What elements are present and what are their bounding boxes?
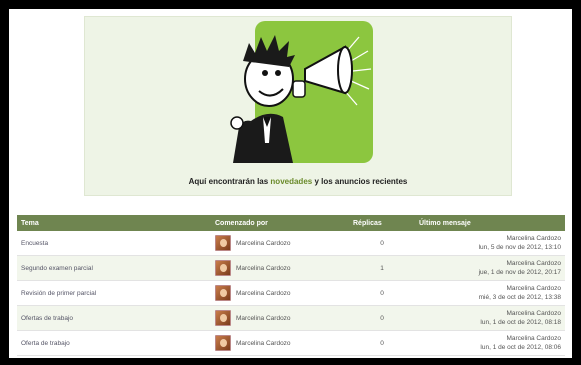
topic-link[interactable]: Oferta de trabajo	[21, 340, 70, 347]
replies-count[interactable]: 1	[380, 265, 384, 272]
replies-count[interactable]: 0	[380, 290, 384, 297]
forum-page: Aquí encontrarán las novedades y los anu…	[9, 9, 572, 358]
banner-caption: Aquí encontrarán las novedades y los anu…	[85, 177, 511, 186]
author-link[interactable]: Marcelina Cardozo	[236, 340, 291, 347]
table-row: Encuesta Marcelina Cardozo 0 Marcelina C…	[17, 231, 565, 256]
last-post-date[interactable]: mié, 3 de oct de 2012, 13:38	[419, 293, 561, 302]
banner-highlight-link[interactable]: novedades	[270, 177, 312, 186]
table-row: Revisión de primer parcial Marcelina Car…	[17, 280, 565, 306]
megaphone-man-illustration	[230, 21, 373, 163]
header-started-by[interactable]: Comenzado por	[211, 215, 349, 231]
last-post-author[interactable]: Marcelina Cardozo	[419, 284, 561, 293]
avatar[interactable]	[215, 310, 231, 326]
header-topic[interactable]: Tema	[17, 215, 211, 231]
banner-text-after: y los anuncios recientes	[312, 177, 408, 186]
avatar[interactable]	[215, 260, 231, 276]
last-post-author[interactable]: Marcelina Cardozo	[419, 259, 561, 268]
last-post-date[interactable]: lun, 1 de oct de 2012, 08:18	[419, 318, 561, 327]
author-link[interactable]: Marcelina Cardozo	[236, 265, 291, 272]
last-post-author[interactable]: Marcelina Cardozo	[419, 334, 561, 343]
banner-text-before: Aquí encontrarán las	[188, 177, 271, 186]
header-replies[interactable]: Réplicas	[349, 215, 415, 231]
topic-link[interactable]: Segundo examen parcial	[21, 265, 93, 272]
table-row: Oferta de trabajo Marcelina Cardozo 0 Ma…	[17, 330, 565, 356]
avatar[interactable]	[215, 335, 231, 351]
table-row: Ofertas de trabajo Marcelina Cardozo 0 M…	[17, 305, 565, 331]
replies-count[interactable]: 0	[380, 240, 384, 247]
topic-link[interactable]: Encuesta	[21, 240, 48, 247]
replies-count[interactable]: 0	[380, 340, 384, 347]
last-post-author[interactable]: Marcelina Cardozo	[419, 309, 561, 318]
table-row: Segundo examen parcial Marcelina Cardozo…	[17, 255, 565, 281]
discussion-table: Tema Comenzado por Réplicas Último mensa…	[17, 215, 565, 356]
replies-count[interactable]: 0	[380, 315, 384, 322]
last-post-date[interactable]: lun, 1 de oct de 2012, 08:06	[419, 343, 561, 352]
topic-link[interactable]: Revisión de primer parcial	[21, 290, 96, 297]
announcement-banner: Aquí encontrarán las novedades y los anu…	[84, 16, 512, 196]
avatar[interactable]	[215, 235, 231, 251]
topic-link[interactable]: Ofertas de trabajo	[21, 315, 73, 322]
table-header-row: Tema Comenzado por Réplicas Último mensa…	[17, 215, 565, 231]
avatar[interactable]	[215, 285, 231, 301]
author-link[interactable]: Marcelina Cardozo	[236, 240, 291, 247]
last-post-date[interactable]: lun, 5 de nov de 2012, 13:10	[419, 243, 561, 252]
author-link[interactable]: Marcelina Cardozo	[236, 315, 291, 322]
last-post-date[interactable]: jue, 1 de nov de 2012, 20:17	[419, 268, 561, 277]
author-link[interactable]: Marcelina Cardozo	[236, 290, 291, 297]
last-post-author[interactable]: Marcelina Cardozo	[419, 234, 561, 243]
header-last-post[interactable]: Último mensaje	[415, 215, 565, 231]
